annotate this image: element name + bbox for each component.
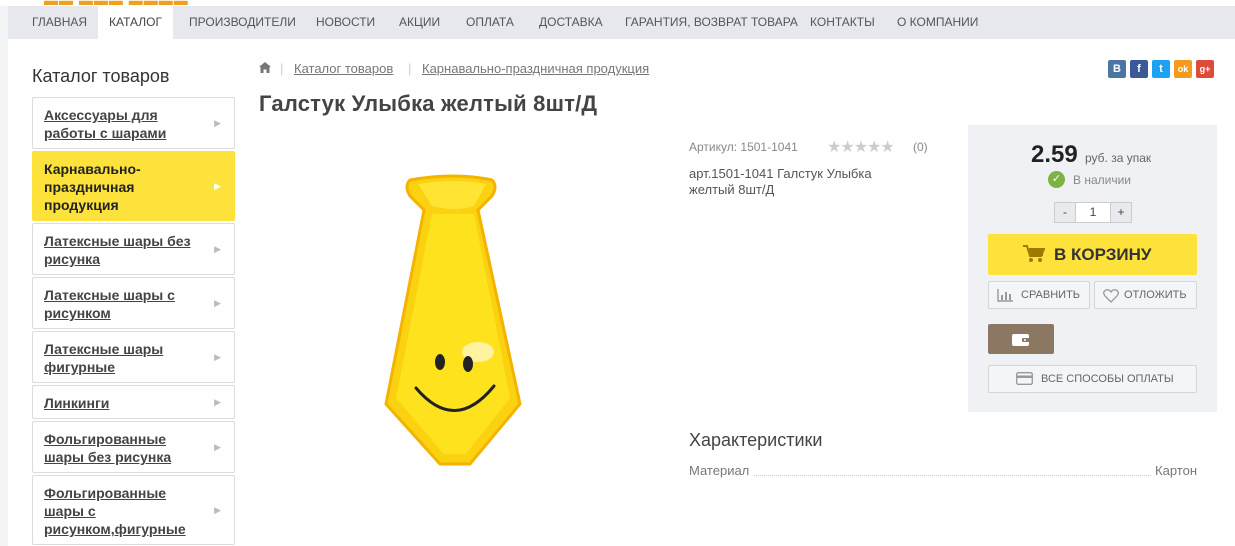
wallet-icon (1012, 334, 1030, 346)
sidebar-item-label: Линкинги (44, 395, 110, 411)
odnoklassniki-icon[interactable]: ok (1174, 60, 1192, 78)
defer-button[interactable]: ОТЛОЖИТЬ (1094, 281, 1197, 309)
breadcrumb-link[interactable]: Каталог товаров (294, 61, 393, 76)
qty-minus-button[interactable]: - (1055, 203, 1075, 222)
chevron-right-icon: ▶ (214, 118, 221, 128)
characteristic-value: Картон (1151, 463, 1197, 478)
nav-item-contacts[interactable]: КОНТАКТЫ (810, 6, 875, 39)
sidebar-item-label: Латексные шары без рисунка (44, 233, 191, 267)
chevron-right-icon: ▶ (214, 244, 221, 254)
star-icon[interactable]: ★ (867, 139, 881, 156)
star-icon[interactable]: ★ (854, 139, 868, 156)
vk-icon[interactable]: В (1108, 60, 1126, 78)
qty-plus-button[interactable]: + (1111, 203, 1131, 222)
sidebar-item-label: Латексные шары с рисунком (44, 287, 175, 321)
product-price: 2.59 (1031, 141, 1078, 168)
payment-methods-label: ВСЕ СПОСОБЫ ОПЛАТЫ (1041, 373, 1174, 385)
breadcrumb-separator: | (408, 61, 412, 76)
breadcrumb-separator: | (280, 61, 284, 76)
compare-button[interactable]: СРАВНИТЬ (988, 281, 1090, 309)
wallet-button[interactable] (988, 324, 1054, 354)
rating-count: (0) (913, 140, 928, 154)
chevron-right-icon: ▶ (214, 442, 221, 452)
facebook-icon[interactable]: f (1130, 60, 1148, 78)
nav-item-payment[interactable]: ОПЛАТА (466, 6, 514, 39)
rating-stars[interactable]: ★★★★★ (827, 137, 895, 157)
sidebar-title: Каталог товаров (32, 66, 170, 86)
chevron-right-icon: ▶ (214, 397, 221, 407)
sidebar-item-label: Латексные шары фигурные (44, 341, 164, 375)
product-image[interactable] (370, 172, 540, 472)
nav-item-promotions[interactable]: АКЦИИ (399, 6, 440, 39)
chevron-right-icon: ▶ (214, 505, 221, 515)
chevron-right-icon: ▶ (214, 181, 221, 191)
price-unit: руб. за упак (1085, 151, 1152, 165)
sidebar-item-latex-print[interactable]: Латексные шары с рисунком ▶ (32, 277, 235, 329)
quantity-stepper: - 1 + (1054, 202, 1132, 223)
chart-icon (997, 289, 1013, 302)
heart-icon (1103, 289, 1119, 303)
nav-item-about[interactable]: О КОМПАНИИ (897, 6, 978, 39)
chevron-right-icon: ▶ (214, 298, 221, 308)
stock-status: В наличии (1073, 173, 1132, 187)
sidebar-item-label: Аксессуары для работы с шарами (44, 107, 167, 141)
payment-methods-button[interactable]: ВСЕ СПОСОБЫ ОПЛАТЫ (988, 365, 1197, 393)
check-icon: ✓ (1048, 171, 1065, 188)
sidebar-item-foil-plain[interactable]: Фольгированные шары без рисунка ▶ (32, 421, 235, 473)
sidebar-item-accessories[interactable]: Аксессуары для работы с шарами ▶ (32, 97, 235, 149)
sidebar-item-carnival[interactable]: Карнавально-праздничная продукция ▶ (32, 151, 235, 221)
twitter-icon[interactable]: t (1152, 60, 1170, 78)
qty-input[interactable]: 1 (1075, 203, 1111, 222)
sidebar-item-label: Фольгированные шары без рисунка (44, 431, 172, 465)
nav-item-delivery[interactable]: ДОСТАВКА (539, 6, 603, 39)
add-to-cart-label: В КОРЗИНУ (1054, 245, 1152, 264)
characteristic-name: Материал (689, 463, 754, 478)
star-icon[interactable]: ★ (880, 139, 894, 156)
cart-icon (1023, 245, 1045, 262)
defer-label: ОТЛОЖИТЬ (1124, 289, 1187, 301)
nav-item-news[interactable]: НОВОСТИ (316, 6, 375, 39)
chevron-right-icon: ▶ (214, 352, 221, 362)
nav-item-manufacturers[interactable]: ПРОИЗВОДИТЕЛИ (189, 6, 296, 39)
sidebar-item-latex-plain[interactable]: Латексные шары без рисунка ▶ (32, 223, 235, 275)
product-description: арт.1501-1041 Галстук Улыбка желтый 8шт/… (689, 166, 872, 197)
add-to-cart-button[interactable]: В КОРЗИНУ (988, 234, 1197, 275)
star-icon[interactable]: ★ (827, 139, 841, 156)
sidebar-item-latex-figured[interactable]: Латексные шары фигурные ▶ (32, 331, 235, 383)
page-title: Галстук Улыбка желтый 8шт/Д (259, 91, 598, 116)
sidebar-item-linking[interactable]: Линкинги ▶ (32, 385, 235, 419)
nav-item-warranty[interactable]: ГАРАНТИЯ, ВОЗВРАТ ТОВАРА (625, 6, 798, 39)
nav-item-catalog[interactable]: КАТАЛОГ (98, 6, 173, 39)
divider (689, 475, 1197, 476)
main-nav: ГЛАВНАЯ КАТАЛОГ ПРОИЗВОДИТЕЛИ НОВОСТИ АК… (8, 6, 1235, 39)
credit-card-icon (1016, 372, 1033, 385)
sidebar-item-foil-print[interactable]: Фольгированные шары с рисунком,фигурные … (32, 475, 235, 545)
googleplus-icon[interactable]: g+ (1196, 60, 1214, 78)
nav-item-home[interactable]: ГЛАВНАЯ (32, 6, 87, 39)
compare-label: СРАВНИТЬ (1021, 289, 1081, 301)
characteristics-title: Характеристики (689, 430, 823, 450)
star-icon[interactable]: ★ (840, 139, 854, 156)
sidebar-item-label: Фольгированные шары с рисунком,фигурные (44, 485, 186, 537)
breadcrumb-link[interactable]: Карнавально-праздничная продукция (422, 61, 649, 76)
product-sku: Артикул: 1501-1041 (689, 140, 798, 154)
sidebar-item-label: Карнавально-праздничная продукция (44, 161, 141, 213)
home-icon[interactable] (259, 62, 271, 73)
